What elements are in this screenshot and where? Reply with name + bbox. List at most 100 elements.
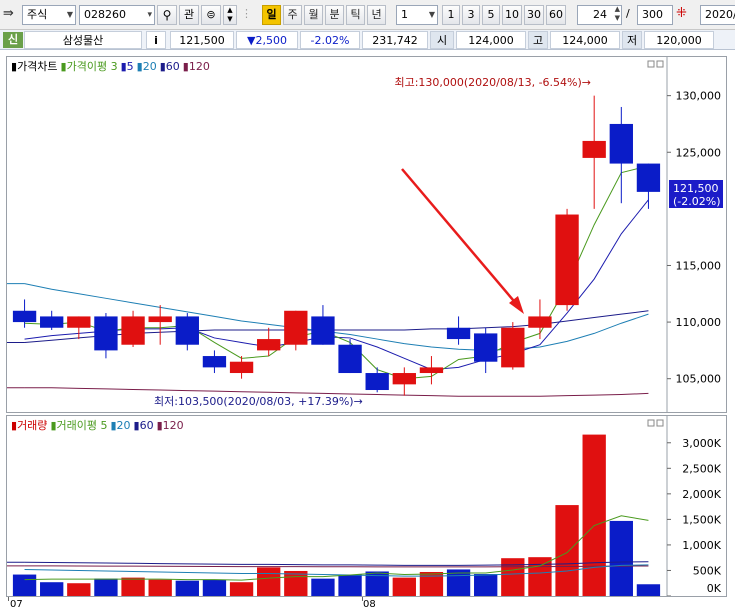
volume-bar[interactable] <box>311 578 335 596</box>
count-stepper-icon[interactable]: ▲ ▼ <box>615 5 620 23</box>
volume-bar[interactable] <box>40 582 64 596</box>
panel-maximize-icon[interactable] <box>656 419 664 427</box>
candle[interactable] <box>67 316 91 340</box>
market-type-select[interactable]: 주식 ▼ <box>22 5 76 25</box>
arrow-up-icon[interactable]: ▲ <box>224 6 236 15</box>
volume-bar[interactable] <box>175 580 199 596</box>
candle[interactable] <box>555 208 579 311</box>
price-legend-item[interactable]: 60 <box>166 60 180 73</box>
candle[interactable] <box>528 299 552 340</box>
period-tab-5[interactable]: 년 <box>367 5 386 25</box>
volume-bar[interactable] <box>257 567 281 596</box>
prev-next-stepper[interactable]: ▲ ▼ <box>223 5 237 25</box>
volume-bar[interactable] <box>636 584 661 596</box>
candle[interactable] <box>148 305 172 345</box>
volume-bar[interactable] <box>582 434 606 596</box>
candle[interactable] <box>311 305 335 345</box>
reset-icon[interactable]: ⁜ <box>676 5 696 25</box>
volume-bar[interactable] <box>148 579 172 596</box>
price-legend-item[interactable]: 5 <box>127 60 134 73</box>
panel-maximize-icon[interactable] <box>656 60 664 68</box>
arrow-down-icon[interactable]: ▼ <box>224 15 236 24</box>
stock-code-value: 028260 <box>84 8 126 21</box>
volume-bar[interactable] <box>528 557 552 596</box>
candle[interactable] <box>501 322 525 370</box>
volume-bar[interactable] <box>94 578 118 596</box>
price-legend-item[interactable]: 20 <box>143 60 157 73</box>
volume-bar[interactable] <box>338 574 362 596</box>
interval-button-1[interactable]: 3 <box>462 5 480 25</box>
volume-axis-label: 1,500K <box>682 513 721 526</box>
x-axis-label: 07 <box>10 599 23 610</box>
stock-code-input[interactable]: 028260 ▾ <box>79 5 155 25</box>
volume-bar[interactable] <box>284 570 308 596</box>
interval-button-2[interactable]: 5 <box>482 5 500 25</box>
date-input[interactable]: 2020/ <box>700 5 735 25</box>
interval-button-0[interactable]: 1 <box>442 5 460 25</box>
candle-body <box>501 327 525 368</box>
interval-button-4[interactable]: 30 <box>524 5 544 25</box>
interval-select[interactable]: 1 ▼ <box>396 5 438 25</box>
candle[interactable] <box>474 327 498 374</box>
candle[interactable] <box>338 339 362 374</box>
candle[interactable] <box>257 327 281 357</box>
candle[interactable] <box>284 310 308 351</box>
volume-bar[interactable] <box>609 520 633 596</box>
interval-button-3[interactable]: 10 <box>502 5 522 25</box>
search-button[interactable]: ⚲ <box>157 5 177 25</box>
volume-bar[interactable] <box>229 582 254 596</box>
candle-body <box>257 339 281 351</box>
candle[interactable] <box>175 313 199 351</box>
candle[interactable] <box>94 313 118 359</box>
period-tab-3[interactable]: 분 <box>325 5 344 25</box>
candle-body <box>311 316 335 345</box>
period-tab-4[interactable]: 틱 <box>346 5 365 25</box>
price-legend-item[interactable]: 가격차트 <box>17 60 57 73</box>
low-value: 120,000 <box>644 31 714 49</box>
volume-vma5-line <box>24 515 649 581</box>
candle[interactable] <box>446 316 471 345</box>
link-button[interactable]: ⊜ <box>201 5 221 25</box>
stock-info-button[interactable]: i <box>146 31 166 49</box>
panel-minimize-icon[interactable] <box>647 60 655 68</box>
candle[interactable] <box>636 163 661 209</box>
candle[interactable] <box>419 356 444 385</box>
volume-legend-item[interactable]: 거래이평 5 <box>57 419 108 432</box>
price-chart[interactable]: 130,000 125,000 115,000 110,000 105,000 최고:13… <box>7 57 726 412</box>
volume-bar[interactable] <box>12 574 37 596</box>
market-selector-icon[interactable]: ⇛ <box>3 5 21 25</box>
volume-bar[interactable] <box>392 577 416 596</box>
volume-legend-item[interactable]: 60 <box>140 419 154 432</box>
candle[interactable] <box>202 350 227 374</box>
total-count-input[interactable]: 300 <box>637 5 673 25</box>
volume-legend-item[interactable]: 거래량 <box>17 419 47 432</box>
interest-button[interactable]: 관 <box>179 5 199 25</box>
candle[interactable] <box>40 310 64 331</box>
volume-bar[interactable] <box>202 579 227 596</box>
volume-bar[interactable] <box>555 505 579 596</box>
price-legend-item[interactable]: 가격이평 3 <box>67 60 118 73</box>
credit-badge: 신 <box>3 32 23 48</box>
price-legend-item[interactable]: 120 <box>189 60 210 73</box>
stock-name[interactable]: 삼성물산 <box>24 31 142 49</box>
period-tab-2[interactable]: 월 <box>304 5 323 25</box>
candle[interactable] <box>365 367 389 393</box>
candle[interactable] <box>229 356 254 379</box>
panel-minimize-icon[interactable] <box>647 419 655 427</box>
display-count-input[interactable]: 24 ▲ ▼ <box>577 5 622 25</box>
period-tab-1[interactable]: 주 <box>283 5 302 25</box>
volume-bar[interactable] <box>121 577 145 596</box>
volume-legend-item[interactable]: 20 <box>117 419 131 432</box>
candle[interactable] <box>582 95 606 209</box>
price-legend: ▮가격차트 ▮가격이평 3 ▮5 ▮20 ▮60 ▮120 <box>11 60 210 73</box>
period-tab-0[interactable]: 일 <box>262 5 281 25</box>
candle[interactable] <box>121 310 145 347</box>
volume-bar[interactable] <box>67 583 91 596</box>
volume-bar[interactable] <box>474 574 498 596</box>
volume-legend-item[interactable]: 120 <box>163 419 184 432</box>
volume-bar[interactable] <box>501 558 525 596</box>
current-price-tag: 121,500(-2.02%) <box>669 180 723 208</box>
interval-button-5[interactable]: 60 <box>546 5 566 25</box>
candle[interactable] <box>392 367 416 396</box>
volume-chart[interactable]: 3,000K 2,500K 2,000K 1,500K 1,000K 500K 0K ▮거래량… <box>7 416 726 596</box>
